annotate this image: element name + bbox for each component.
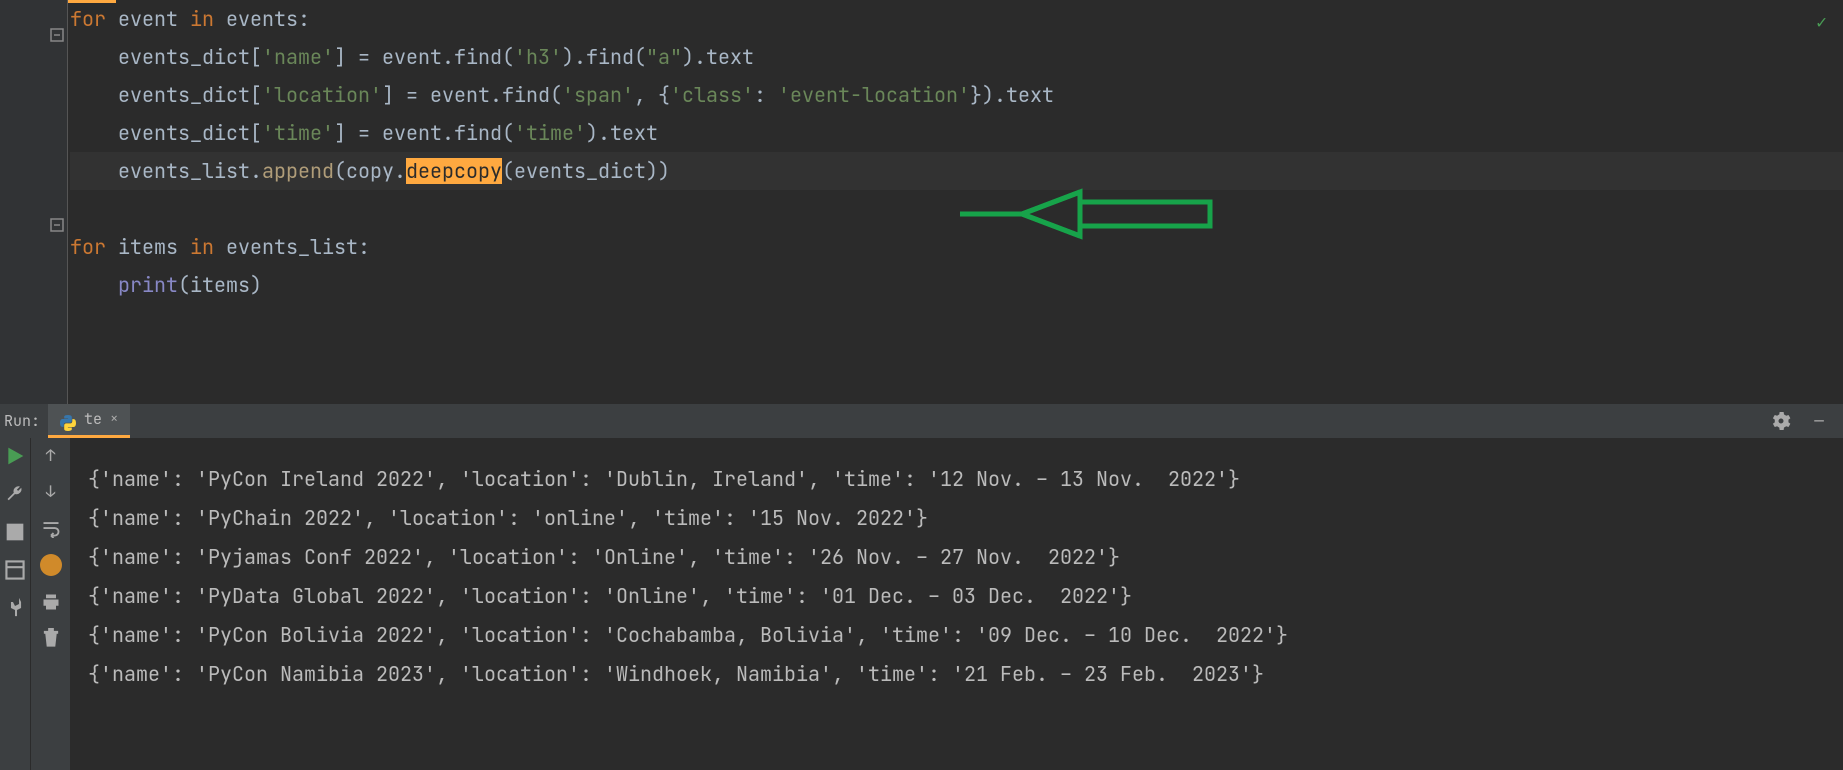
pin-icon[interactable] bbox=[5, 598, 25, 618]
wrench-icon[interactable] bbox=[5, 484, 25, 504]
code-editor[interactable]: ✓ for event in events: events_dict['name… bbox=[0, 0, 1843, 404]
code-line[interactable]: events_dict['time'] = event.find('time')… bbox=[70, 114, 1843, 152]
down-arrow-icon[interactable]: ↓ bbox=[41, 482, 61, 502]
up-arrow-icon[interactable]: ↑ bbox=[41, 446, 61, 466]
run-panel-header: Run: te × — bbox=[0, 404, 1843, 438]
run-toolbar-left bbox=[0, 438, 30, 770]
code-line[interactable]: for items in events_list: bbox=[70, 228, 1843, 266]
editor-gutter bbox=[0, 0, 68, 404]
run-label: Run: bbox=[0, 407, 48, 436]
run-panel-body: ↑ ↓ {'name': 'PyCon Ireland 2022', 'loca… bbox=[0, 438, 1843, 770]
scroll-to-end-icon[interactable] bbox=[40, 554, 62, 576]
run-tab[interactable]: te × bbox=[48, 404, 130, 438]
print-icon[interactable] bbox=[41, 592, 61, 612]
code-line[interactable]: for event in events: bbox=[70, 0, 1843, 38]
soft-wrap-icon[interactable] bbox=[41, 518, 61, 538]
stop-icon[interactable] bbox=[5, 522, 25, 542]
play-icon[interactable] bbox=[5, 446, 25, 466]
run-toolbar-right: ↑ ↓ bbox=[30, 438, 70, 770]
code-line[interactable] bbox=[70, 304, 1843, 342]
code-line[interactable] bbox=[70, 190, 1843, 228]
console-output[interactable]: {'name': 'PyCon Ireland 2022', 'location… bbox=[70, 438, 1843, 770]
code-content[interactable]: for event in events: events_dict['name']… bbox=[68, 0, 1843, 342]
close-icon[interactable]: × bbox=[110, 406, 118, 433]
code-line[interactable]: events_list.append(copy.deepcopy(events_… bbox=[70, 152, 1843, 190]
python-file-icon bbox=[60, 412, 76, 428]
layout-icon[interactable] bbox=[5, 560, 25, 580]
trash-icon[interactable] bbox=[41, 628, 61, 648]
gear-icon[interactable] bbox=[1771, 411, 1791, 431]
fold-close-icon[interactable] bbox=[50, 206, 64, 220]
fold-open-icon[interactable] bbox=[50, 16, 64, 30]
code-line[interactable]: print(items) bbox=[70, 266, 1843, 304]
code-line[interactable]: events_dict['name'] = event.find('h3').f… bbox=[70, 38, 1843, 76]
minimize-icon[interactable]: — bbox=[1809, 411, 1829, 431]
code-line[interactable]: events_dict['location'] = event.find('sp… bbox=[70, 76, 1843, 114]
run-tab-name: te bbox=[84, 405, 102, 434]
